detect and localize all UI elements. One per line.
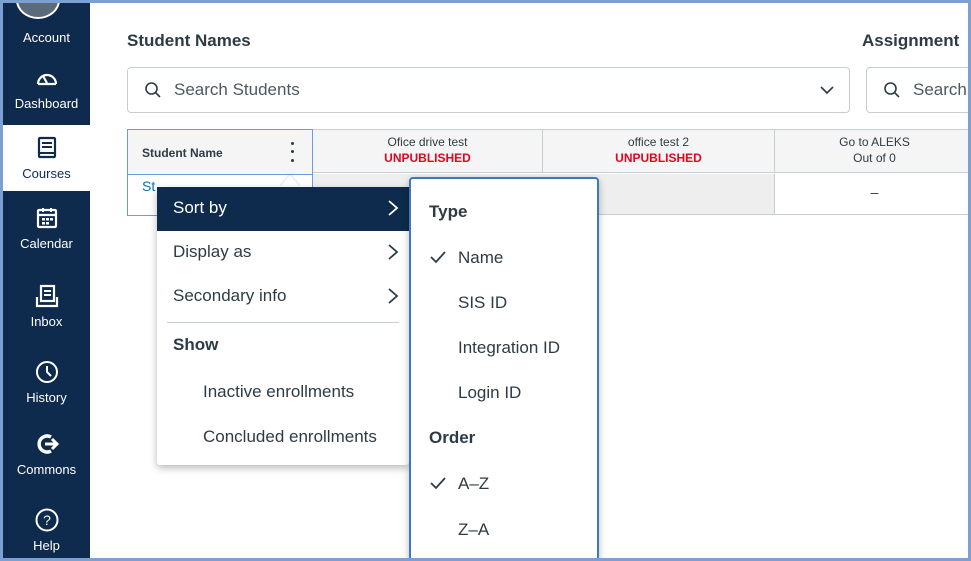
account-avatar-icon [16,3,60,19]
nav-label-commons: Commons [16,462,77,477]
menu-item-order-a-z[interactable]: A–Z [411,463,597,507]
assignment-column-title: Go to ALEKS [839,135,910,149]
concluded-enrollments-label: Concluded enrollments [203,427,377,446]
unpublished-label: UNPUBLISHED [615,151,702,165]
menu-item-sort-by[interactable]: Sort by [157,187,409,231]
assignment-column-title: Ofice drive test [387,135,468,149]
nav-item-calendar[interactable]: Calendar [3,203,90,263]
nav-item-account[interactable]: Account [3,3,90,55]
assignment-search-placeholder: Search [913,80,967,99]
menu-group-show: Show [157,324,409,366]
menu-item-inactive-enrollments[interactable]: Inactive enrollments [157,371,409,415]
nav-item-inbox[interactable]: Inbox [3,281,90,341]
student-name-column-header[interactable]: Student Name [127,129,313,175]
help-icon: ? [32,505,62,535]
nav-item-courses[interactable]: Courses [3,125,90,191]
chevron-down-icon[interactable] [819,82,835,103]
grade-cell[interactable]: – [775,174,968,215]
inactive-enrollments-label: Inactive enrollments [203,382,355,401]
order-a-z-label: A–Z [458,474,490,493]
grade-cell-value: – [870,184,879,200]
nav-item-history[interactable]: History [3,357,90,417]
assignment-column-header[interactable]: Go to ALEKS Out of 0 [775,129,968,173]
nav-label-history: History [26,390,67,405]
menu-item-sort-name[interactable]: Name [411,237,597,281]
unpublished-label: UNPUBLISHED [384,151,471,165]
assignment-title: Assignment [862,31,960,50]
nav-item-help[interactable]: ? Help [3,505,90,558]
student-name-header-label: Student Name [142,146,223,160]
column-options-icon[interactable] [284,139,300,165]
nav-label-calendar: Calendar [20,236,73,251]
menu-item-sort-login-id[interactable]: Login ID [411,372,597,416]
commons-icon [32,429,62,459]
assignment-search-input[interactable]: Search [866,67,968,113]
chevron-right-icon [387,243,399,266]
points-possible-label: Out of 0 [853,151,896,165]
menu-item-order-z-a[interactable]: Z–A [411,509,597,553]
courses-icon [32,133,62,163]
menu-divider [167,322,399,323]
menu-group-type: Type [411,191,597,235]
chevron-right-icon [387,199,399,222]
menu-group-order: Order [411,417,597,461]
nav-label-dashboard: Dashboard [14,96,79,111]
menu-item-sort-integration-id[interactable]: Integration ID [411,327,597,371]
sort-login-id-label: Login ID [458,383,522,402]
student-column-options-menu: Sort by Display as Secondary info Show I… [157,187,409,465]
inbox-icon [32,281,62,311]
history-icon [32,357,62,387]
chevron-right-icon [387,287,399,310]
menu-item-display-as[interactable]: Display as [157,231,409,275]
nav-label-inbox: Inbox [30,314,63,329]
sort-by-submenu: Type Name SIS ID Integration ID Login ID… [409,177,599,558]
sort-name-label: Name [458,248,504,267]
menu-item-concluded-enrollments[interactable]: Concluded enrollments [157,416,409,460]
sort-integration-id-label: Integration ID [458,338,561,357]
sort-by-label: Sort by [173,198,227,217]
display-as-label: Display as [173,242,252,261]
search-icon [883,81,901,99]
sort-sis-id-label: SIS ID [458,293,508,312]
svg-text:?: ? [43,512,51,528]
menu-item-sort-sis-id[interactable]: SIS ID [411,282,597,326]
checkmark-icon [429,475,447,496]
nav-item-dashboard[interactable]: Dashboard [3,63,90,123]
calendar-icon [32,203,62,233]
checkmark-icon [429,249,447,270]
search-icon [144,81,162,99]
nav-label-account: Account [23,30,70,45]
global-nav: Account Dashboard Courses Calendar Inbox [3,3,90,558]
nav-label-help: Help [33,538,60,553]
menu-pointer [280,175,300,187]
type-heading: Type [429,202,468,221]
nav-item-commons[interactable]: Commons [3,429,90,489]
student-name-link[interactable]: St [142,178,155,194]
order-heading: Order [429,428,476,447]
order-z-a-label: Z–A [458,520,490,539]
secondary-info-label: Secondary info [173,286,287,305]
student-names-title: Student Names [127,31,251,50]
menu-item-secondary-info[interactable]: Secondary info [157,275,409,319]
dashboard-icon [32,63,62,93]
student-search-placeholder: Search Students [174,80,300,99]
assignment-column-header[interactable]: Ofice drive test UNPUBLISHED [313,129,543,173]
assignment-column-title: office test 2 [627,135,690,149]
assignment-column-header[interactable]: office test 2 UNPUBLISHED [543,129,775,173]
nav-label-courses: Courses [22,166,71,181]
show-heading: Show [173,335,219,354]
app-window: Account Dashboard Courses Calendar Inbox [0,0,971,561]
student-search-input[interactable]: Search Students [127,67,850,113]
